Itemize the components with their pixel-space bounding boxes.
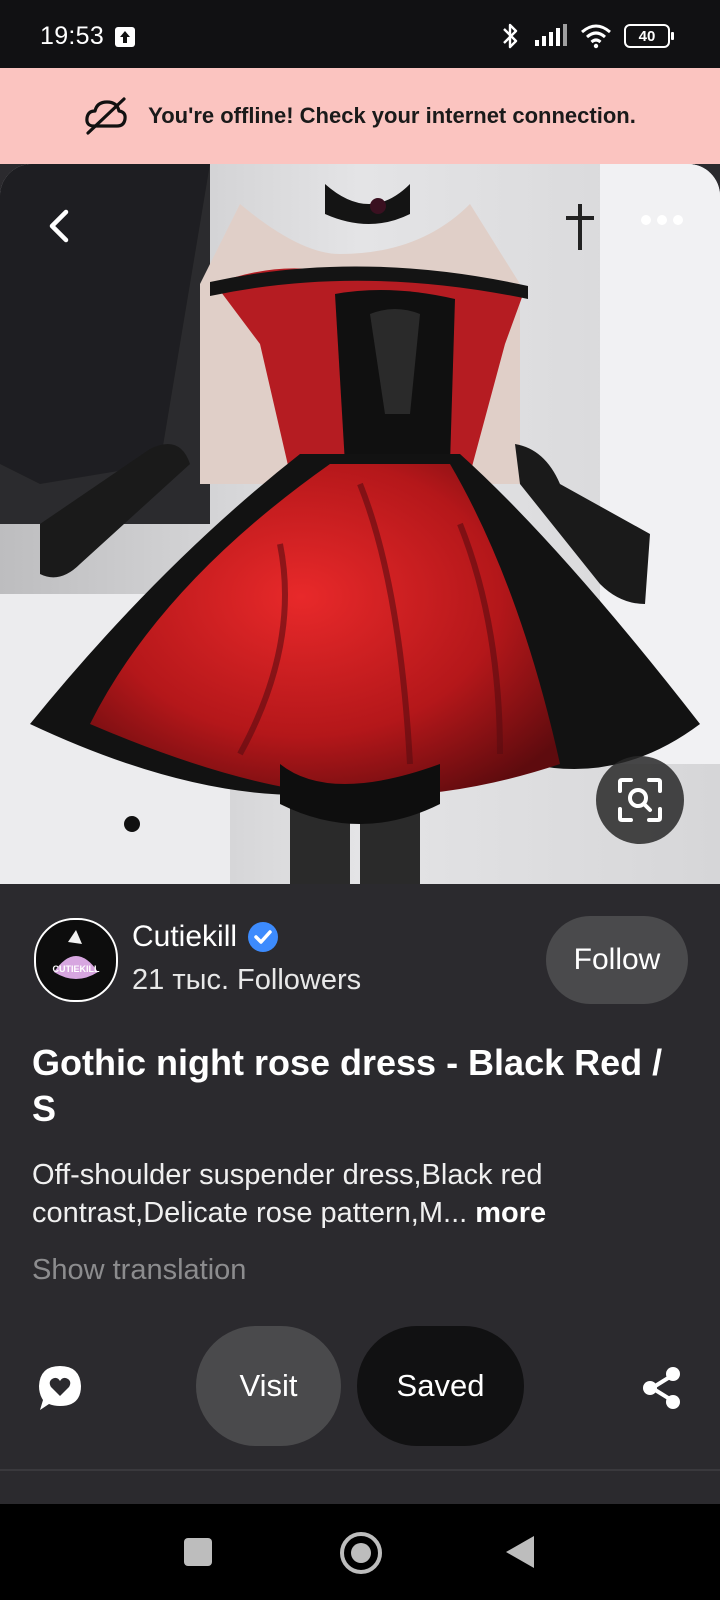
status-time: 19:53 [40,22,105,50]
pin-image[interactable] [0,164,720,884]
avatar-logo: CUTIEKILL [38,922,114,998]
pin-description-text: Off-shoulder suspender dress,Black red c… [32,1159,543,1229]
more-options-icon[interactable] [640,210,684,230]
visit-button[interactable]: Visit [196,1326,341,1446]
pin-title: Gothic night rose dress - Black Red / S [32,1042,663,1129]
visual-search-button[interactable] [596,756,684,844]
share-icon[interactable] [640,1366,684,1410]
verified-icon [248,922,279,952]
battery-level: 40 [638,27,656,45]
avatar-text: CUTIEKILL [53,964,100,974]
wifi-icon [581,24,611,49]
show-translation-link[interactable]: Show translation [32,1254,246,1287]
upload-icon [115,27,135,47]
comment-heart-icon[interactable] [36,1364,84,1412]
offline-message: You're offline! Check your internet conn… [148,103,636,128]
divider [0,1469,720,1471]
action-bar: Visit Saved [0,1326,720,1446]
signal-icon [535,24,567,46]
creator-row: CUTIEKILL Cutiekill 21 тыс. Followers Fo… [0,890,720,1010]
bluetooth-icon [503,23,518,49]
follow-button[interactable]: Follow [546,916,688,1004]
creator-name[interactable]: Cutiekill [132,920,237,954]
system-back-icon[interactable] [506,1536,534,1568]
creator-name-group[interactable]: Cutiekill [132,920,279,954]
pin-description: Off-shoulder suspender dress,Black red c… [32,1156,672,1232]
cloud-off-icon [85,97,127,135]
status-bar: 19:53 40 [0,0,720,68]
home-icon[interactable] [340,1532,382,1574]
offline-banner: You're offline! Check your internet conn… [0,68,720,164]
recent-apps-icon[interactable] [184,1538,212,1566]
creator-avatar[interactable]: CUTIEKILL [34,918,118,1002]
visual-search-icon [618,778,662,822]
back-arrow-icon[interactable] [40,206,80,246]
more-link[interactable]: more [475,1197,546,1229]
saved-button[interactable]: Saved [357,1326,524,1446]
system-nav-bar [0,1504,720,1600]
follower-count: 21 тыс. Followers [132,964,362,996]
battery-icon: 40 [624,24,674,48]
status-icons: 40 [498,22,674,50]
